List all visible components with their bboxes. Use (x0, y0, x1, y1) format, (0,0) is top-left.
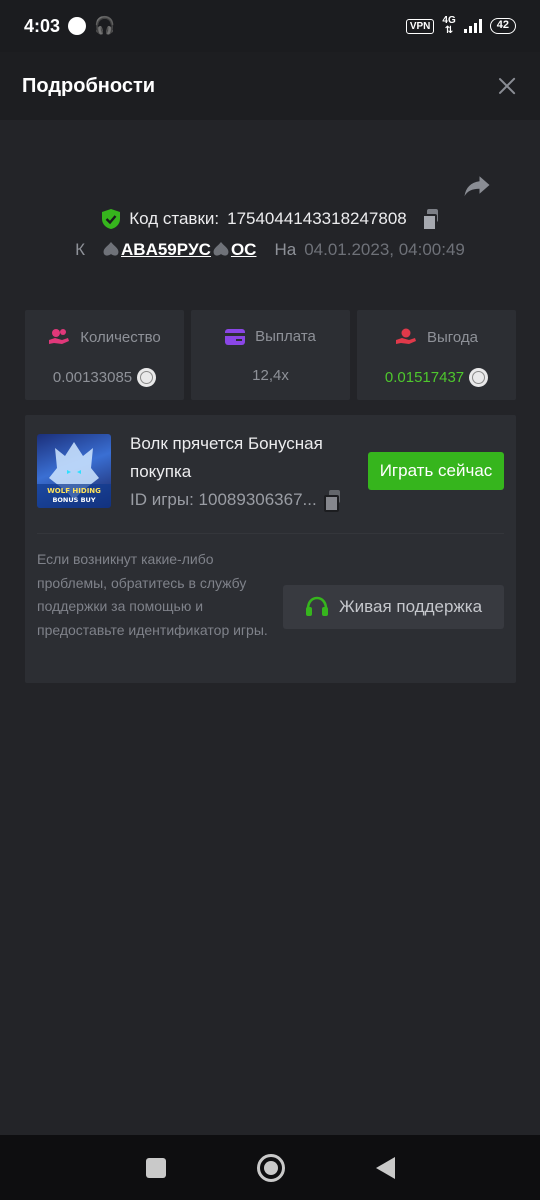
battery-indicator: 42 (489, 18, 516, 34)
help-text: Если возникнут какие-либо проблемы, обра… (37, 551, 268, 638)
spade-icon (103, 242, 119, 256)
close-icon[interactable] (496, 75, 518, 97)
system-nav-bar (0, 1135, 540, 1200)
back-icon[interactable] (375, 1156, 395, 1179)
vpn-badge: VPN (405, 18, 435, 34)
game-title: Волк прячется Бонусная покупка (130, 434, 323, 481)
wolf-image-icon: WOLF HIDING BONUS BUY (37, 442, 111, 508)
stat-profit: Выгода 0.01517437 (357, 310, 516, 400)
status-time: 4:03 (24, 15, 61, 36)
stat-amount: Количество 0.00133085 (25, 310, 184, 400)
bet-stats: Количество 0.00133085 Выплата 12,4x Выго… (25, 310, 516, 400)
copy-icon[interactable] (421, 209, 439, 231)
share-icon[interactable] (462, 170, 492, 200)
stat-profit-value: 0.01517437 (384, 369, 465, 386)
stat-profit-label: Выгода (426, 328, 479, 346)
game-card: WOLF HIDING BONUS BUY Волк прячется Бону… (25, 415, 516, 683)
stat-payout-value: 12,4x (252, 367, 289, 384)
spade-icon (213, 242, 229, 256)
bet-user-row: К ABA59PУC OC На 04.01.2023, 04:00:49 (0, 240, 540, 260)
profit-hand-icon (395, 328, 416, 344)
network-type: 4G ⇅ (442, 15, 456, 36)
copy-icon[interactable] (323, 490, 341, 512)
stat-amount-label: Количество (80, 328, 161, 346)
signal-icon (463, 19, 482, 33)
headphones-status-icon: 🎧 (94, 16, 116, 35)
bet-code-value: 1754044143318247808 (227, 209, 407, 228)
card-icon (225, 328, 246, 345)
stat-payout-label: Выплата (255, 328, 316, 345)
username-part-2: OC (230, 240, 257, 259)
headset-icon (305, 596, 328, 616)
live-support-button[interactable]: Живая поддержка (283, 585, 504, 629)
notification-dot-icon (68, 17, 87, 35)
stat-amount-value: 0.00133085 (52, 369, 133, 386)
thumb-title-line-1: WOLF HIDING (47, 487, 101, 495)
litecoin-icon (137, 368, 157, 387)
game-id-text: ID игры: 10089306367... (130, 490, 317, 509)
status-bar: 4:03 🎧 VPN 4G ⇅ 42 (0, 0, 540, 52)
username-link[interactable]: ABA59PУC OC (101, 240, 256, 260)
game-thumbnail[interactable]: WOLF HIDING BONUS BUY (37, 434, 111, 508)
game-id-row: ID игры: 10089306367... (130, 490, 341, 512)
coins-hand-icon (49, 329, 70, 344)
recent-apps-icon[interactable] (145, 1157, 166, 1178)
bet-code-label: Код ставки: (129, 209, 220, 228)
bet-code-row: Код ставки: 1754044143318247808 (0, 208, 540, 231)
username-part-1: ABA59PУC (121, 240, 211, 259)
bet-date: 04.01.2023, 04:00:49 (304, 240, 465, 259)
thumb-title-line-2: BONUS BUY (52, 496, 95, 504)
modal-header: Подробности (0, 52, 540, 120)
to-label: К (75, 240, 86, 259)
verified-shield-icon (102, 209, 121, 229)
live-support-label: Живая поддержка (338, 597, 483, 616)
play-now-button[interactable]: Играть сейчас (368, 452, 504, 490)
divider (37, 533, 504, 534)
stat-payout: Выплата 12,4x (191, 310, 350, 400)
litecoin-icon (469, 368, 489, 387)
on-label: На (274, 240, 297, 259)
home-icon[interactable] (256, 1153, 285, 1182)
page-title: Подробности (22, 74, 156, 97)
